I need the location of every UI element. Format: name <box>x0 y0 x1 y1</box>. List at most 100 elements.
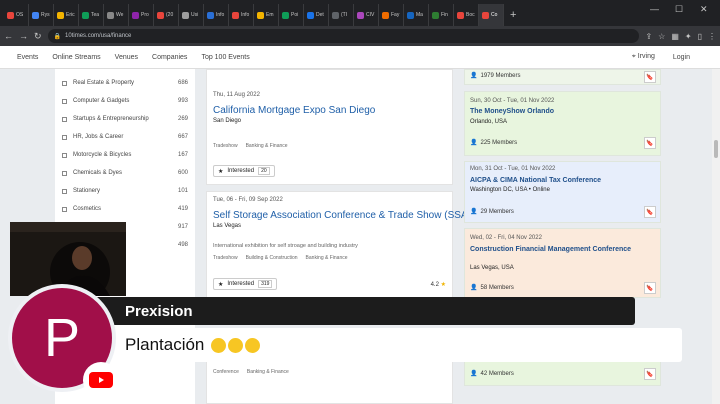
close-window-button[interactable]: ✕ <box>700 4 708 15</box>
category-label: Stationery <box>73 188 101 194</box>
interested-button[interactable]: ★ Interested 20 <box>213 165 275 177</box>
browser-tab[interactable]: Co <box>479 4 504 26</box>
interested-button[interactable]: ★ Interested 319 <box>213 278 278 290</box>
browser-tab[interactable]: Rys <box>29 4 54 26</box>
event-tag[interactable]: Tradeshow <box>213 255 238 261</box>
browser-tab[interactable]: Fay <box>379 4 404 26</box>
nav-venues[interactable]: Venues <box>115 54 138 61</box>
browser-tab[interactable]: Eric <box>54 4 79 26</box>
event-title[interactable]: California Mortgage Expo San Diego <box>213 105 375 116</box>
category-filter-item[interactable]: Stationery 101 <box>62 188 188 194</box>
event-card[interactable]: Thu, 11 Aug 2022 California Mortgage Exp… <box>206 69 453 185</box>
location-selector[interactable]: ⌖ Irving <box>632 53 655 61</box>
share-icon[interactable]: ⇪ <box>645 32 652 41</box>
browser-tab[interactable]: Info <box>229 4 254 26</box>
category-filter-item[interactable]: Cosmetics 419 <box>62 206 188 212</box>
event-card[interactable]: Tue, 06 - Fri, 09 Sep 2022 Self Storage … <box>206 191 471 301</box>
event-title[interactable]: AICPA & CIMA National Tax Conference <box>470 177 655 185</box>
address-bar[interactable]: 🔒 10times.com/usa/finance <box>47 29 640 43</box>
category-filter-item[interactable]: Startups & Entrepreneurship 269 <box>62 116 188 122</box>
tab-label: Usi <box>191 12 199 18</box>
back-icon[interactable]: ← <box>4 31 13 41</box>
rofl-emoji-icon <box>228 338 244 354</box>
nav-top-100-events[interactable]: Top 100 Events <box>201 54 249 61</box>
category-filter-item[interactable]: Real Estate & Property 686 <box>62 80 188 86</box>
browser-toolbar: ← → ↻ 🔒 10times.com/usa/finance ⇪ ☆ ▦ ✦ … <box>0 26 720 46</box>
category-checkbox[interactable] <box>62 98 67 104</box>
forward-icon[interactable]: → <box>19 31 28 41</box>
browser-tab[interactable]: CIV <box>354 4 379 26</box>
browser-tab[interactable]: (20 <box>154 4 179 26</box>
event-tag[interactable]: Banking & Finance <box>306 255 348 261</box>
maximize-button[interactable]: ☐ <box>675 4 683 15</box>
bookmark-button[interactable]: 🔖 <box>644 71 656 83</box>
browser-tab[interactable]: Det <box>304 4 329 26</box>
event-tag[interactable]: Conference <box>213 369 239 375</box>
sidebar-icon[interactable]: ▯ <box>698 32 702 41</box>
category-filter-item[interactable]: HR, Jobs & Career 667 <box>62 134 188 140</box>
scrollbar-thumb[interactable] <box>714 140 718 158</box>
category-checkbox[interactable] <box>62 206 67 212</box>
category-checkbox[interactable] <box>62 134 67 140</box>
browser-tab[interactable]: Boc <box>454 4 479 26</box>
menu-icon[interactable]: ⋮ <box>708 32 716 41</box>
category-checkbox[interactable] <box>62 188 67 194</box>
tab-favicon-icon <box>257 11 264 19</box>
minimize-button[interactable]: — <box>650 4 659 14</box>
event-location: Washington DC, USA • Online <box>470 187 550 193</box>
browser-tab[interactable]: Info <box>204 4 229 26</box>
puzzle-icon[interactable]: ✦ <box>685 32 692 41</box>
event-title[interactable]: Self Storage Association Conference & Tr… <box>213 210 471 221</box>
category-checkbox[interactable] <box>62 170 67 176</box>
extension-icon[interactable]: ▦ <box>671 32 679 41</box>
event-card[interactable]: Conference Banking & Finance <box>206 360 453 404</box>
featured-event-card[interactable]: Mon, 31 Oct - Tue, 01 Nov 2022 AICPA & C… <box>464 161 661 223</box>
event-title[interactable]: The MoneyShow Orlando <box>470 108 655 116</box>
category-count: 667 <box>177 134 188 140</box>
event-date: Tue, 06 - Fri, 09 Sep 2022 <box>213 197 283 203</box>
browser-tab[interactable]: We <box>104 4 129 26</box>
nav-online-streams[interactable]: Online Streams <box>52 54 100 61</box>
category-checkbox[interactable] <box>62 80 67 86</box>
category-checkbox[interactable] <box>62 116 67 122</box>
category-checkbox[interactable] <box>62 152 67 158</box>
browser-tab[interactable]: Poi <box>279 4 304 26</box>
event-title[interactable]: Construction Financial Management Confer… <box>470 246 655 254</box>
bookmark-star-icon[interactable]: ☆ <box>658 32 665 41</box>
category-filter-item[interactable]: Chemicals & Dyes 600 <box>62 170 188 176</box>
tab-favicon-icon <box>82 11 89 19</box>
browser-tab[interactable]: OS <box>4 4 29 26</box>
new-tab-button[interactable]: + <box>504 4 522 26</box>
browser-tab[interactable]: Fin <box>429 4 454 26</box>
browser-tab[interactable]: Usi <box>179 4 204 26</box>
nav-events[interactable]: Events <box>17 54 38 61</box>
bookmark-button[interactable]: 🔖 <box>644 206 656 218</box>
user-icon: 👤 <box>470 371 478 377</box>
featured-event-card[interactable]: 👤 42 Members 🔖 <box>464 360 661 386</box>
event-tag[interactable]: Tradeshow <box>213 143 238 149</box>
tab-favicon-icon <box>32 11 39 19</box>
event-tag[interactable]: Banking & Finance <box>246 143 288 149</box>
browser-tab[interactable]: Em <box>254 4 279 26</box>
tab-favicon-icon <box>182 11 189 19</box>
browser-tab[interactable]: Tea <box>79 4 104 26</box>
reload-icon[interactable]: ↻ <box>34 31 42 42</box>
tab-label: We <box>116 12 124 18</box>
bookmark-button[interactable]: 🔖 <box>644 137 656 149</box>
nav-companies[interactable]: Companies <box>152 54 187 61</box>
browser-tab[interactable]: Ma <box>404 4 429 26</box>
tab-favicon-icon <box>332 11 339 19</box>
event-tag[interactable]: Banking & Finance <box>247 369 289 375</box>
event-tag[interactable]: Building & Construction <box>246 255 298 261</box>
page-scrollbar[interactable] <box>712 69 720 404</box>
category-filter-item[interactable]: Computer & Gadgets 993 <box>62 98 188 104</box>
bookmark-button[interactable]: 🔖 <box>644 282 656 294</box>
login-link[interactable]: Login <box>673 54 690 61</box>
featured-event-card[interactable]: Sun, 30 Oct - Tue, 01 Nov 2022 The Money… <box>464 91 661 156</box>
browser-tab[interactable]: (TI <box>329 4 354 26</box>
browser-tab[interactable]: Pro <box>129 4 154 26</box>
bookmark-button[interactable]: 🔖 <box>644 368 656 380</box>
featured-event-card[interactable]: 👤 1979 Members 🔖 <box>464 69 661 85</box>
featured-event-card[interactable]: Wed, 02 - Fri, 04 Nov 2022 Construction … <box>464 228 661 298</box>
category-filter-item[interactable]: Motorcycle & Bicycles 167 <box>62 152 188 158</box>
